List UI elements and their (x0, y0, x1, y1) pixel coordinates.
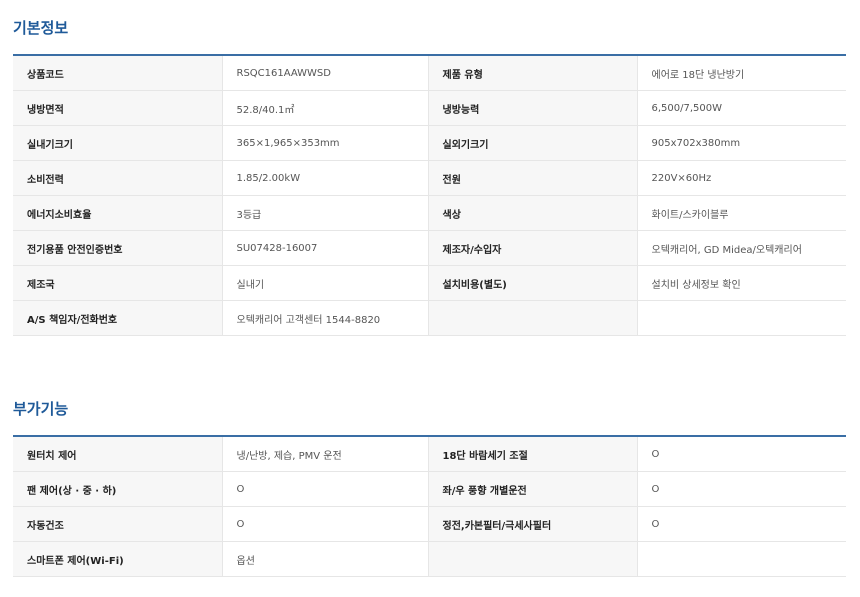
spec-label: 실내기크기 (13, 125, 222, 161)
spec-value: O (636, 471, 846, 507)
spec-row: 전기용품 안전인증번호 SU07428-16007 제조자/수입자 오텍캐리어, GD… (13, 230, 846, 266)
spec-row: 팬 제어(상 · 중 · 하) O 좌/우 풍향 개별운전 O (13, 471, 846, 507)
extra-features-table: 원터치 제어 냉/난방, 제습, PMV 운전 18단 바람세기 조절 O 팬 제어(상… (13, 435, 846, 577)
extra-features-title: 부가기능 (13, 400, 69, 418)
basic-info-title: 기본정보 (13, 19, 69, 37)
spec-row: 에너지소비효율 3등급 색상 화이트/스카이블루 (13, 195, 846, 231)
spec-label (427, 300, 637, 336)
spec-value (636, 541, 846, 577)
spec-row: 스마트폰 제어(Wi-Fi) 옵션 (13, 541, 846, 577)
spec-label: 냉방능력 (427, 90, 637, 126)
spec-value: 설치비 상세정보 확인 (636, 265, 846, 301)
spec-row: 자동건조 O 정전,카본필터/극세사필터 O (13, 506, 846, 542)
spec-label: 제조국 (13, 265, 222, 301)
spec-label: 에너지소비효율 (13, 195, 222, 231)
spec-label: 팬 제어(상 · 중 · 하) (13, 471, 222, 507)
spec-value: SU07428-16007 (221, 230, 428, 266)
spec-label: 18단 바람세기 조절 (427, 436, 637, 472)
spec-value: 화이트/스카이블루 (636, 195, 846, 231)
spec-label (427, 541, 637, 577)
spec-label: 냉방면적 (13, 90, 222, 126)
spec-value: 365×1,965×353mm (221, 125, 428, 161)
spec-value: 1.85/2.00kW (221, 160, 428, 196)
spec-label: 제품 유형 (427, 55, 637, 91)
spec-row: 냉방면적 52.8/40.1㎡ 냉방능력 6,500/7,500W (13, 90, 846, 126)
spec-label: 설치비용(별도) (427, 265, 637, 301)
spec-row: A/S 책임자/전화번호 오텍캐리어 고객센터 1544-8820 (13, 300, 846, 336)
spec-value: 오텍캐리어 고객센터 1544-8820 (221, 300, 428, 336)
spec-label: 원터치 제어 (13, 436, 222, 472)
spec-label: 전원 (427, 160, 637, 196)
spec-label: A/S 책임자/전화번호 (13, 300, 222, 336)
spec-value: 냉/난방, 제습, PMV 운전 (221, 436, 428, 472)
spec-row: 소비전력 1.85/2.00kW 전원 220V×60Hz (13, 160, 846, 196)
spec-value: O (636, 506, 846, 542)
spec-label: 전기용품 안전인증번호 (13, 230, 222, 266)
spec-value: 52.8/40.1㎡ (221, 90, 428, 126)
spec-value: 220V×60Hz (636, 160, 846, 196)
spec-label: 소비전력 (13, 160, 222, 196)
spec-label: 상품코드 (13, 55, 222, 91)
spec-value (636, 300, 846, 336)
spec-label: 좌/우 풍향 개별운전 (427, 471, 637, 507)
spec-value: 옵션 (221, 541, 428, 577)
spec-label: 정전,카본필터/극세사필터 (427, 506, 637, 542)
spec-value: RSQC161AAWWSD (221, 55, 428, 91)
spec-label: 제조자/수입자 (427, 230, 637, 266)
spec-label: 스마트폰 제어(Wi-Fi) (13, 541, 222, 577)
spec-row: 제조국 실내기 설치비용(별도) 설치비 상세정보 확인 (13, 265, 846, 301)
basic-info-table: 상품코드 RSQC161AAWWSD 제품 유형 에어로 18단 냉난방기 냉방면적 52… (13, 54, 846, 336)
spec-label: 실외기크기 (427, 125, 637, 161)
spec-value: O (221, 471, 428, 507)
spec-value: 6,500/7,500W (636, 90, 846, 126)
spec-value: O (221, 506, 428, 542)
spec-label: 자동건조 (13, 506, 222, 542)
spec-row: 실내기크기 365×1,965×353mm 실외기크기 905x702x380mm (13, 125, 846, 161)
spec-value: 오텍캐리어, GD Midea/오텍캐리어 (636, 230, 846, 266)
spec-value: O (636, 436, 846, 472)
spec-label: 색상 (427, 195, 637, 231)
spec-row: 원터치 제어 냉/난방, 제습, PMV 운전 18단 바람세기 조절 O (13, 436, 846, 472)
spec-row: 상품코드 RSQC161AAWWSD 제품 유형 에어로 18단 냉난방기 (13, 55, 846, 91)
spec-value: 실내기 (221, 265, 428, 301)
spec-value: 에어로 18단 냉난방기 (636, 55, 846, 91)
spec-value: 3등급 (221, 195, 428, 231)
spec-value: 905x702x380mm (636, 125, 846, 161)
